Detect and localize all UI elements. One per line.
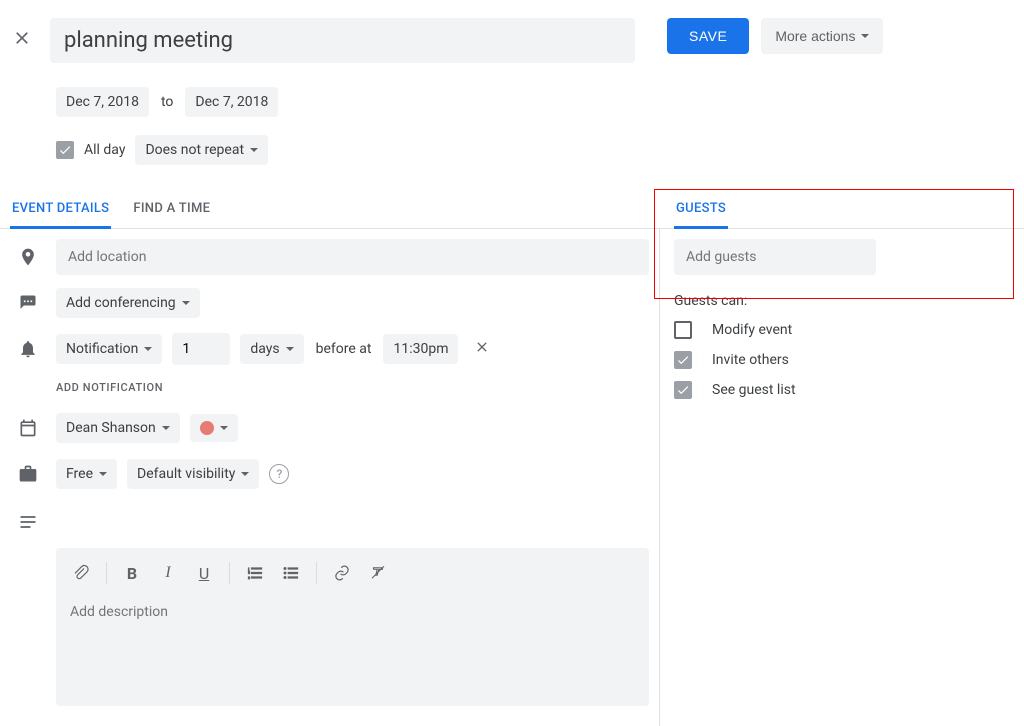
- notification-time-chip[interactable]: 11:30pm: [383, 334, 458, 364]
- chevron-down-icon: [241, 472, 249, 476]
- add-notification-button[interactable]: ADD NOTIFICATION: [0, 367, 659, 400]
- chevron-down-icon: [220, 426, 228, 430]
- separator: [316, 562, 317, 584]
- description-editor[interactable]: B I U Add description: [56, 548, 649, 706]
- underline-icon[interactable]: U: [187, 556, 221, 590]
- modify-event-label: Modify event: [712, 322, 792, 338]
- see-guest-list-checkbox[interactable]: [674, 381, 692, 399]
- attach-icon[interactable]: [64, 556, 98, 590]
- tab-guests[interactable]: GUESTS: [674, 201, 728, 229]
- invite-others-checkbox[interactable]: [674, 351, 692, 369]
- notification-type-select[interactable]: Notification: [56, 334, 162, 364]
- chevron-down-icon: [286, 347, 294, 351]
- remove-notification-button[interactable]: [468, 339, 496, 359]
- end-date-chip[interactable]: Dec 7, 2018: [185, 87, 278, 117]
- start-date-chip[interactable]: Dec 7, 2018: [56, 87, 149, 117]
- chevron-down-icon: [250, 148, 258, 152]
- invite-others-label: Invite others: [712, 352, 789, 368]
- chevron-down-icon: [861, 34, 869, 38]
- bulleted-list-icon[interactable]: [274, 556, 308, 590]
- notification-icon: [10, 339, 46, 359]
- calendar-owner-label: Dean Shanson: [66, 420, 156, 436]
- tab-event-details[interactable]: EVENT DETAILS: [10, 201, 111, 229]
- conferencing-select[interactable]: Add conferencing: [56, 288, 200, 318]
- guests-can-label: Guests can:: [674, 293, 1004, 309]
- repeat-label: Does not repeat: [145, 142, 244, 158]
- color-select[interactable]: [190, 414, 238, 442]
- separator: [229, 562, 230, 584]
- to-label: to: [159, 94, 175, 110]
- conferencing-icon: [10, 293, 46, 313]
- conferencing-label: Add conferencing: [66, 295, 176, 311]
- numbered-list-icon[interactable]: [238, 556, 272, 590]
- link-icon[interactable]: [325, 556, 359, 590]
- availability-label: Free: [66, 466, 93, 482]
- italic-icon[interactable]: I: [151, 556, 185, 590]
- bold-icon[interactable]: B: [115, 556, 149, 590]
- calendar-owner-select[interactable]: Dean Shanson: [56, 413, 180, 443]
- close-icon[interactable]: [10, 26, 34, 50]
- location-input[interactable]: [56, 239, 649, 275]
- notification-unit-label: days: [250, 341, 279, 357]
- chevron-down-icon: [144, 347, 152, 351]
- calendar-icon: [10, 418, 46, 438]
- more-actions-label: More actions: [775, 28, 855, 44]
- color-swatch: [200, 421, 214, 435]
- separator: [106, 562, 107, 584]
- event-title-input[interactable]: [50, 18, 635, 63]
- chevron-down-icon: [182, 301, 190, 305]
- notification-unit-select[interactable]: days: [240, 334, 303, 364]
- chevron-down-icon: [99, 472, 107, 476]
- description-placeholder: Add description: [56, 598, 649, 626]
- help-icon[interactable]: ?: [269, 464, 289, 484]
- modify-event-checkbox[interactable]: [674, 321, 692, 339]
- notification-type-label: Notification: [66, 341, 138, 357]
- location-icon: [10, 247, 46, 267]
- chevron-down-icon: [162, 426, 170, 430]
- description-icon: [10, 512, 46, 532]
- visibility-label: Default visibility: [137, 466, 235, 482]
- briefcase-icon: [10, 464, 46, 484]
- clear-formatting-icon[interactable]: [361, 556, 395, 590]
- availability-select[interactable]: Free: [56, 459, 117, 489]
- save-button[interactable]: SAVE: [667, 18, 749, 54]
- allday-checkbox[interactable]: [56, 141, 74, 159]
- add-guests-input[interactable]: [674, 239, 876, 275]
- see-guest-list-label: See guest list: [712, 382, 796, 398]
- visibility-select[interactable]: Default visibility: [127, 459, 259, 489]
- more-actions-button[interactable]: More actions: [761, 18, 883, 54]
- notification-count-input[interactable]: [172, 333, 230, 365]
- notification-before-at-label: before at: [314, 341, 374, 357]
- tab-find-a-time[interactable]: FIND A TIME: [131, 201, 212, 228]
- repeat-select[interactable]: Does not repeat: [135, 135, 268, 165]
- allday-label: All day: [84, 142, 125, 158]
